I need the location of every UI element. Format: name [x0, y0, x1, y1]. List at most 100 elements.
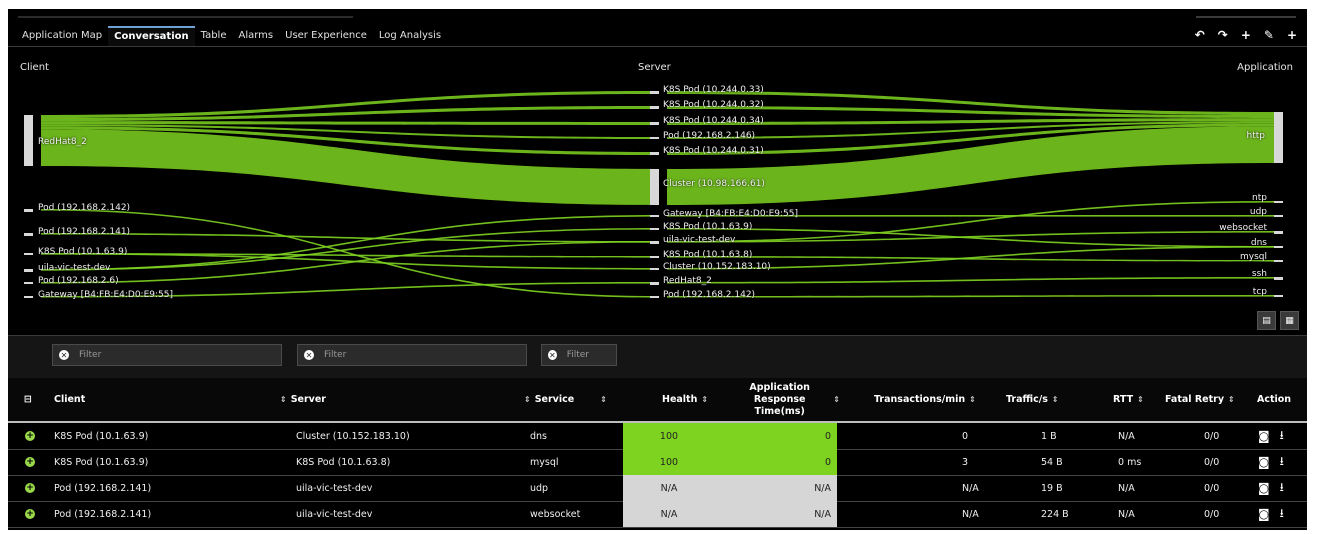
client-filter[interactable]: ✕ [52, 344, 282, 366]
server-node[interactable] [650, 106, 659, 109]
server-node-label[interactable]: K8S Pod (10.1.63.9) [663, 222, 752, 232]
expand-all-icon[interactable]: ⊟ [24, 378, 32, 421]
clear-icon[interactable]: ✕ [548, 350, 557, 360]
client-node-label[interactable]: Gateway [B4:FB:E4:D0:E9:55] [38, 290, 173, 300]
server-node-label[interactable]: Pod (192.168.2.146) [663, 131, 755, 141]
client-node-label[interactable]: K8S Pod (10.1.63.9) [38, 247, 127, 257]
clear-icon[interactable]: ✕ [304, 350, 314, 360]
expand-row-icon[interactable]: + [25, 423, 35, 449]
application-node-label[interactable]: dns [1251, 238, 1267, 248]
server-node[interactable] [650, 256, 659, 258]
download-icon[interactable]: ⭳ [1280, 478, 1284, 499]
application-node-label[interactable]: mysql [1240, 252, 1267, 262]
server-node[interactable] [650, 268, 659, 270]
col-fatal-retry[interactable]: Fatal Retry ⇕ [1165, 378, 1235, 421]
server-node[interactable] [650, 215, 659, 217]
col-client[interactable]: Client [54, 378, 85, 421]
server-node[interactable] [650, 296, 659, 298]
pdf-icon[interactable]: ▤ [1257, 311, 1276, 330]
col-transactions[interactable]: Transactions/min ⇕ [874, 378, 976, 421]
client-node[interactable] [24, 296, 33, 298]
server-node[interactable] [650, 241, 659, 244]
client-filter-input[interactable] [77, 349, 259, 361]
sankey-flow[interactable] [41, 121, 658, 125]
application-node[interactable] [1274, 201, 1283, 203]
application-node-label[interactable]: tcp [1253, 287, 1267, 297]
client-node-label[interactable]: Pod (192.168.2.141) [38, 227, 130, 237]
server-node[interactable] [650, 169, 659, 205]
expand-row-icon[interactable]: + [25, 475, 35, 501]
download-icon[interactable]: ⭳ [1280, 504, 1284, 525]
server-node[interactable] [650, 152, 659, 155]
service-filter[interactable]: ✕ [541, 344, 617, 366]
application-node[interactable] [1274, 246, 1283, 248]
server-node[interactable] [650, 282, 659, 285]
server-filter[interactable]: ✕ [297, 344, 527, 366]
server-node-label[interactable]: uila-vic-test-dev [663, 235, 735, 245]
application-node[interactable] [1274, 260, 1283, 262]
client-node-label[interactable]: uila-vic-test-dev [38, 263, 110, 273]
camera-icon[interactable]: ◙ [1258, 429, 1270, 443]
application-node[interactable] [1274, 215, 1283, 217]
table-row[interactable]: + Pod (192.168.2.141) uila-vic-test-dev udp… [8, 475, 1307, 502]
sankey-flow[interactable] [41, 241, 658, 284]
expand-row-icon[interactable]: + [25, 449, 35, 475]
application-node[interactable] [1274, 231, 1283, 234]
camera-icon[interactable]: ◙ [1258, 481, 1270, 495]
server-node[interactable] [650, 122, 659, 125]
sankey-flow[interactable] [667, 228, 1274, 248]
server-node-label[interactable]: K8S Pod (10.244.0.33) [663, 85, 764, 95]
col-response-time[interactable]: Application Response Time(ms) ⇕ [730, 378, 840, 421]
clear-icon[interactable]: ✕ [59, 350, 69, 360]
server-node[interactable] [650, 137, 659, 139]
client-node[interactable] [24, 253, 33, 255]
client-node-label[interactable]: Pod (192.168.2.6) [38, 276, 119, 286]
server-node-label[interactable]: Pod (192.168.2.142) [663, 290, 755, 300]
application-node-label[interactable]: ntp [1252, 193, 1267, 203]
sankey-flow[interactable] [667, 295, 1274, 298]
table-row[interactable]: + K8S Pod (10.1.63.9) Cluster (10.152.183.… [8, 423, 1307, 450]
application-node[interactable] [1274, 112, 1283, 163]
col-health[interactable]: Health ⇕ [662, 378, 708, 421]
col-service[interactable]: ⇕ Service ⇕ [524, 378, 607, 421]
col-rtt[interactable]: RTT ⇕ [1113, 378, 1144, 421]
server-node[interactable] [650, 91, 659, 94]
client-node[interactable] [24, 282, 33, 284]
download-icon[interactable]: ⭳ [1280, 426, 1284, 447]
camera-icon[interactable]: ◙ [1258, 455, 1270, 469]
client-node[interactable] [24, 209, 33, 212]
csv-icon[interactable]: ▦ [1280, 311, 1299, 330]
col-traffic[interactable]: Traffic/s ⇕ [1006, 378, 1059, 421]
application-node-label[interactable]: ssh [1252, 269, 1267, 279]
sankey-flow[interactable] [41, 106, 658, 122]
application-node-label[interactable]: http [1247, 131, 1265, 141]
server-node-label[interactable]: K8S Pod (10.1.63.8) [663, 250, 752, 260]
client-node[interactable] [24, 115, 33, 166]
client-node[interactable] [24, 269, 33, 272]
application-node[interactable] [1274, 295, 1283, 297]
sankey-flow[interactable] [41, 233, 658, 243]
col-server[interactable]: ⇕ Server [280, 378, 326, 421]
server-node-label[interactable]: Gateway [B4:FB:E4:D0:E9:55] [663, 209, 798, 219]
camera-icon[interactable]: ◙ [1258, 507, 1270, 521]
server-node-label[interactable]: RedHat8_2 [663, 276, 712, 286]
expand-row-icon[interactable]: + [25, 501, 35, 527]
server-node-label[interactable]: K8S Pod (10.244.0.31) [663, 146, 764, 156]
server-node[interactable] [650, 228, 659, 230]
application-node[interactable] [1274, 277, 1283, 280]
server-node-label[interactable]: Cluster (10.152.183.10) [663, 262, 771, 272]
server-node-label[interactable]: K8S Pod (10.244.0.34) [663, 116, 764, 126]
table-row[interactable]: + Pod (192.168.2.141) uila-vic-test-dev web… [8, 501, 1307, 528]
server-node-label[interactable]: Cluster (10.98.166.61) [663, 179, 765, 189]
sankey-flow[interactable] [667, 277, 1274, 284]
server-filter-input[interactable] [322, 349, 504, 361]
table-row[interactable]: + K8S Pod (10.1.63.9) K8S Pod (10.1.63.8) m… [8, 449, 1307, 476]
sankey-flow[interactable] [667, 256, 1274, 262]
client-node-label[interactable]: Pod (192.168.2.142) [38, 203, 130, 213]
server-node-label[interactable]: K8S Pod (10.244.0.32) [663, 100, 764, 110]
download-icon[interactable]: ⭳ [1280, 452, 1284, 473]
service-filter-input[interactable] [564, 349, 616, 361]
application-node-label[interactable]: udp [1250, 207, 1267, 217]
application-node-label[interactable]: websocket [1219, 223, 1267, 233]
client-node[interactable] [24, 233, 33, 236]
